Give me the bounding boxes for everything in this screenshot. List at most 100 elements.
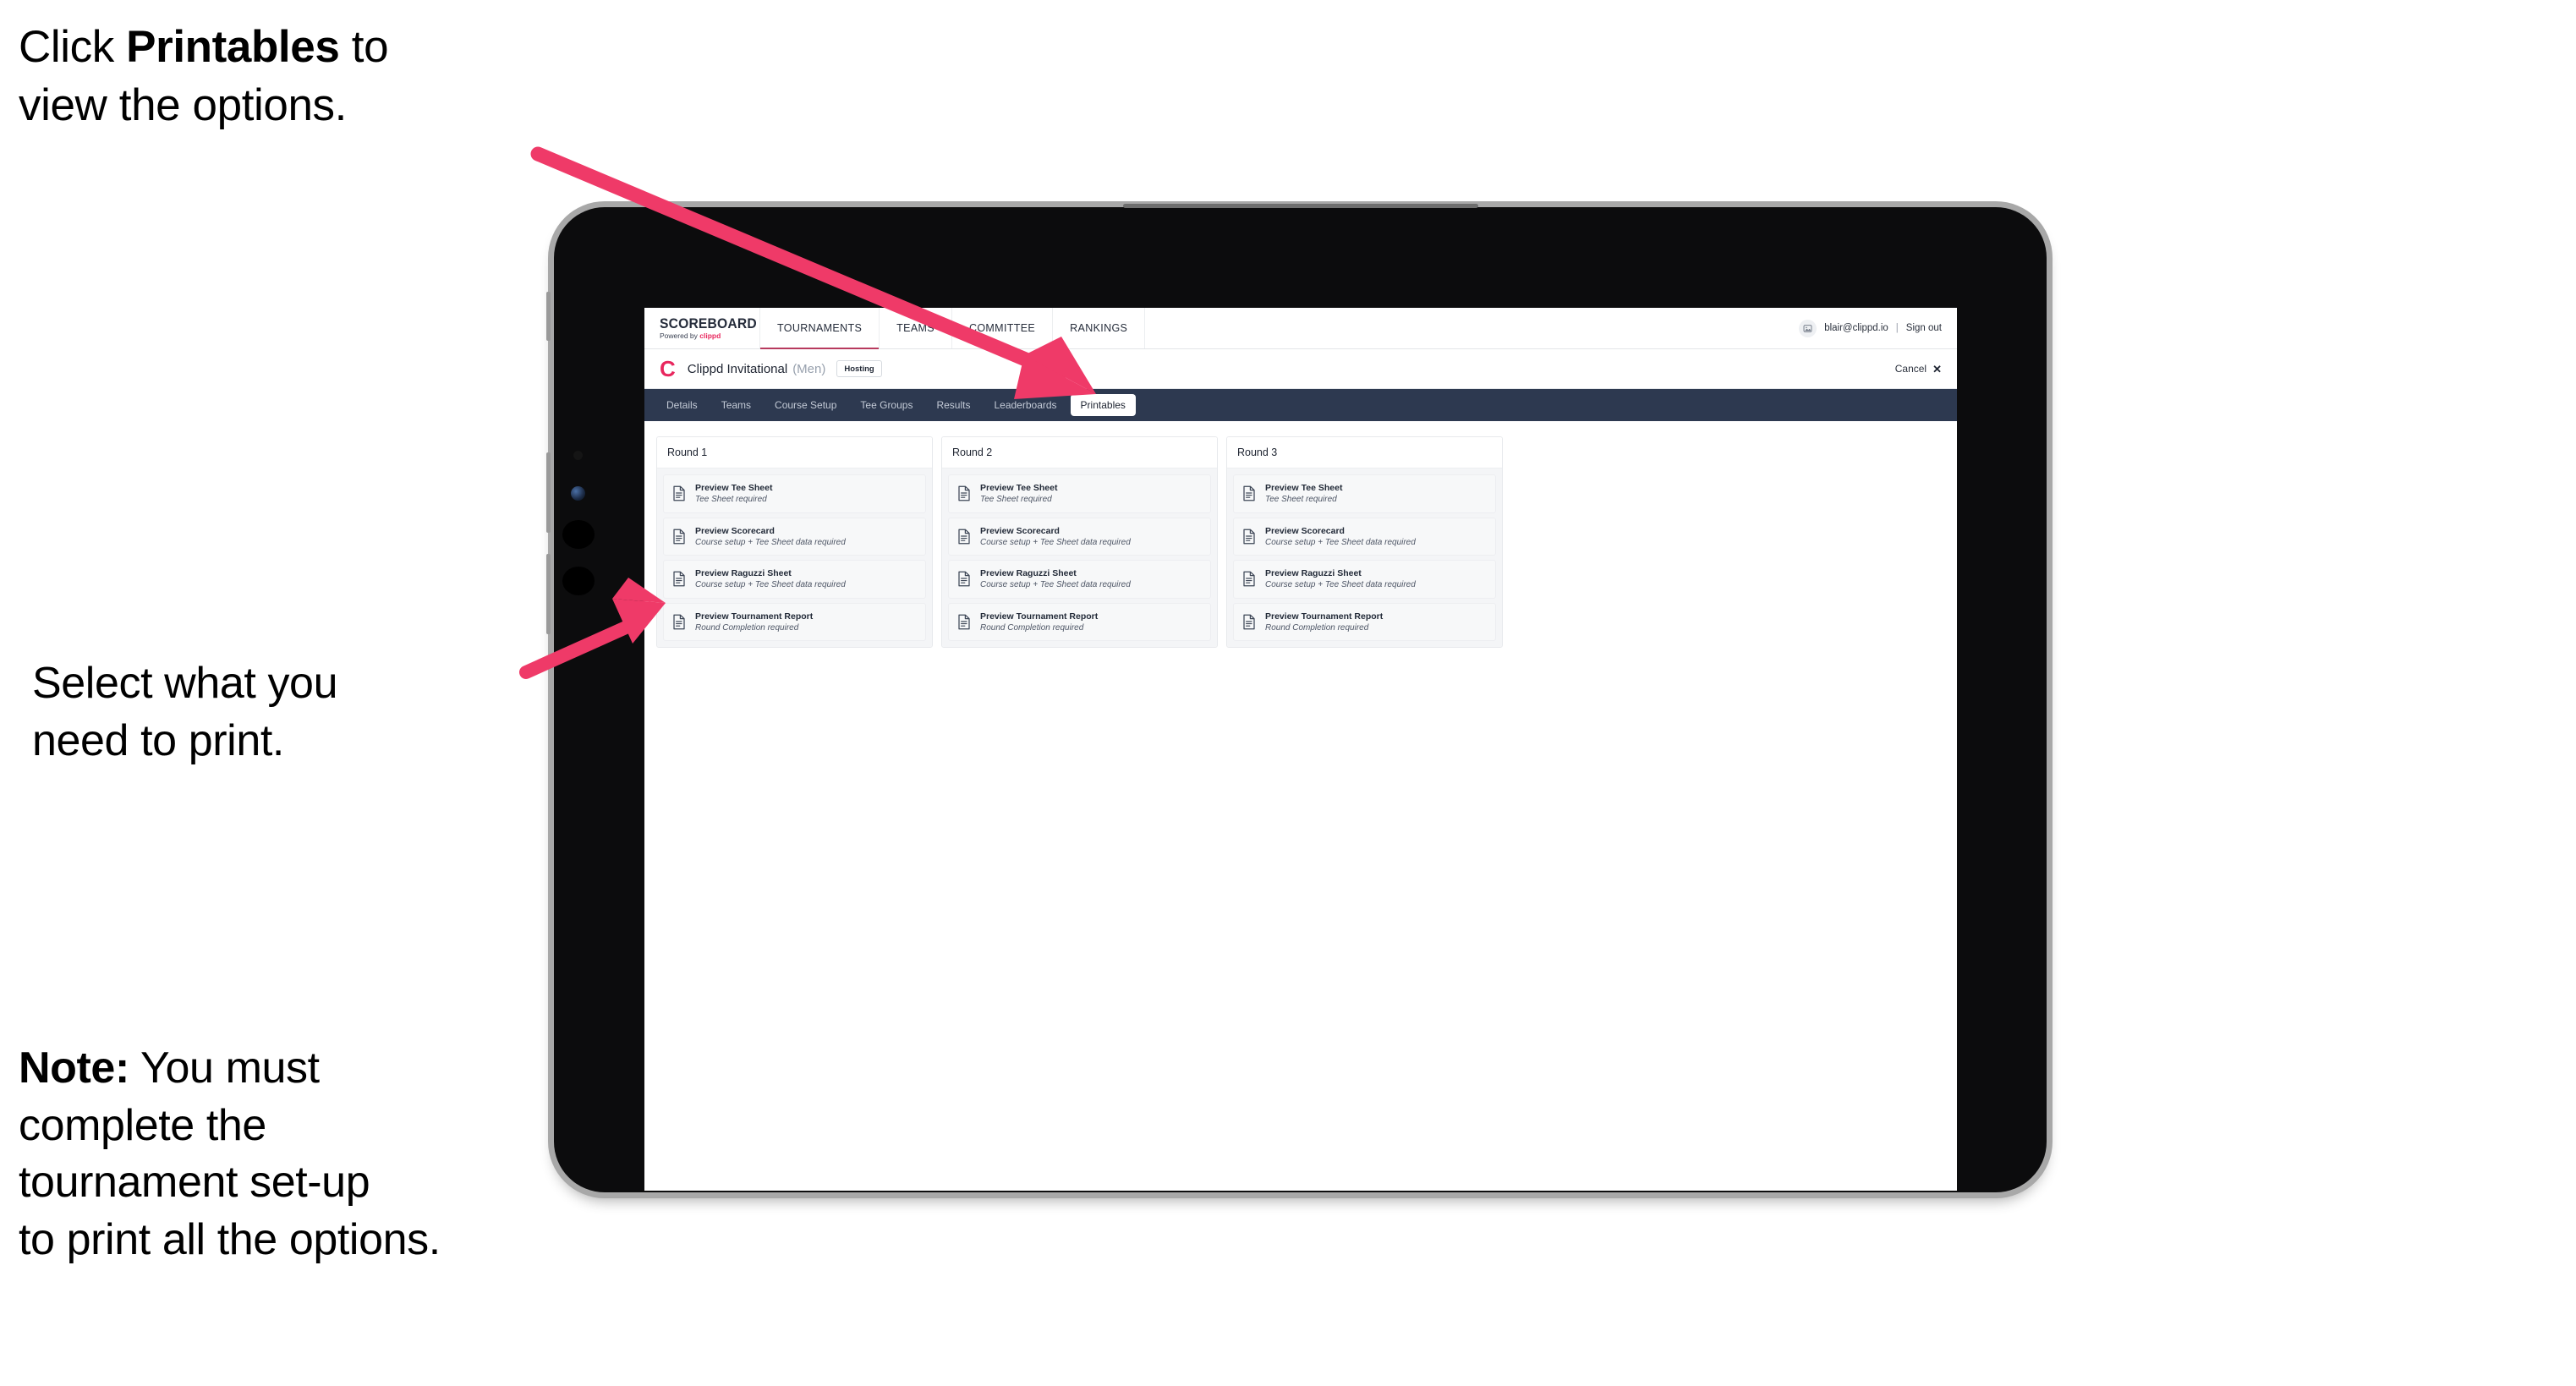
list-item-text: Preview Scorecard Course setup + Tee She… bbox=[695, 526, 846, 548]
round-card-items: Preview Tee Sheet Tee Sheet required Pre… bbox=[1227, 468, 1502, 648]
list-item[interactable]: Preview Scorecard Course setup + Tee She… bbox=[663, 517, 926, 556]
printables-content: Round 1 Preview Tee Sheet Tee Sheet requ… bbox=[644, 421, 1957, 664]
list-item-requirement: Course setup + Tee Sheet data required bbox=[980, 580, 1131, 590]
tab-results[interactable]: Results bbox=[926, 394, 980, 416]
list-item-requirement: Tee Sheet required bbox=[695, 495, 767, 505]
list-item[interactable]: Preview Raguzzi Sheet Course setup + Tee… bbox=[1233, 560, 1496, 599]
account-separator: | bbox=[1895, 323, 1899, 333]
list-item-title: Preview Scorecard bbox=[980, 525, 1060, 536]
round-card-title: Round 3 bbox=[1227, 437, 1502, 468]
tablet-side-button-volume-down bbox=[546, 554, 551, 634]
scoreboard-logo[interactable]: SCOREBOARD Powered by clippd bbox=[644, 308, 760, 348]
document-icon bbox=[957, 485, 971, 501]
list-item-requirement: Course setup + Tee Sheet data required bbox=[980, 537, 1131, 547]
document-icon bbox=[1242, 614, 1256, 630]
list-item-requirement: Round Completion required bbox=[1265, 622, 1369, 633]
document-icon bbox=[1242, 571, 1256, 587]
list-item-text: Preview Raguzzi Sheet Course setup + Tee… bbox=[980, 568, 1131, 590]
list-item-text: Preview Tee Sheet Tee Sheet required bbox=[1265, 483, 1342, 505]
round-card: Round 2 Preview Tee Sheet Tee Sheet requ… bbox=[941, 436, 1218, 649]
tablet-side-button-power bbox=[546, 292, 551, 341]
list-item-text: Preview Tee Sheet Tee Sheet required bbox=[695, 483, 772, 505]
section-tab-strip: Details Teams Course Setup Tee Groups Re… bbox=[644, 389, 1957, 421]
list-item-text: Preview Tournament Report Round Completi… bbox=[1265, 611, 1383, 633]
callout-click-printables: Click Printables to view the options. bbox=[19, 22, 389, 130]
list-item[interactable]: Preview Raguzzi Sheet Course setup + Tee… bbox=[948, 560, 1211, 599]
tab-leaderboards[interactable]: Leaderboards bbox=[984, 394, 1066, 416]
list-item[interactable]: Preview Tee Sheet Tee Sheet required bbox=[948, 474, 1211, 513]
tablet-front-camera-icon bbox=[571, 486, 585, 501]
list-item-title: Preview Raguzzi Sheet bbox=[695, 568, 792, 579]
account-email: blair@clippd.io bbox=[1824, 323, 1888, 333]
nav-item-tournaments[interactable]: TOURNAMENTS bbox=[760, 308, 880, 349]
list-item-requirement: Course setup + Tee Sheet data required bbox=[695, 580, 846, 590]
list-item-text: Preview Raguzzi Sheet Course setup + Tee… bbox=[695, 568, 846, 590]
clippd-logo-mark: C bbox=[660, 356, 676, 381]
tablet-bezel-dot-2 bbox=[562, 567, 595, 595]
list-item-requirement: Round Completion required bbox=[695, 622, 799, 633]
list-item-title: Preview Tee Sheet bbox=[980, 483, 1058, 493]
tab-course-setup[interactable]: Course Setup bbox=[765, 394, 847, 416]
tab-printables[interactable]: Printables bbox=[1070, 394, 1136, 416]
nav-item-rankings[interactable]: RANKINGS bbox=[1053, 308, 1146, 348]
document-icon bbox=[672, 614, 686, 630]
list-item-title: Preview Tournament Report bbox=[695, 611, 814, 622]
nav-item-committee[interactable]: COMMITTEE bbox=[952, 308, 1054, 348]
list-item[interactable]: Preview Tournament Report Round Completi… bbox=[1233, 602, 1496, 642]
list-item-requirement: Course setup + Tee Sheet data required bbox=[695, 537, 846, 547]
tablet-device-frame: SCOREBOARD Powered by clippd TOURNAMENTS… bbox=[546, 204, 2047, 1192]
list-item-text: Preview Tournament Report Round Completi… bbox=[980, 611, 1098, 633]
list-item[interactable]: Preview Scorecard Course setup + Tee She… bbox=[1233, 517, 1496, 556]
list-item[interactable]: Preview Tournament Report Round Completi… bbox=[663, 602, 926, 642]
logo-powered-by: Powered by clippd bbox=[660, 332, 759, 340]
tournament-gender-label: (Men) bbox=[792, 361, 826, 376]
list-item-title: Preview Raguzzi Sheet bbox=[980, 568, 1077, 579]
document-icon bbox=[957, 614, 971, 630]
logo-powered-prefix: Powered by bbox=[660, 331, 700, 341]
list-item[interactable]: Preview Tee Sheet Tee Sheet required bbox=[663, 474, 926, 513]
page-title: Clippd Invitational bbox=[687, 361, 788, 376]
list-item[interactable]: Preview Scorecard Course setup + Tee She… bbox=[948, 517, 1211, 556]
document-icon bbox=[672, 571, 686, 587]
tab-tee-groups[interactable]: Tee Groups bbox=[850, 394, 923, 416]
round-card-items: Preview Tee Sheet Tee Sheet required Pre… bbox=[942, 468, 1217, 648]
avatar[interactable] bbox=[1799, 319, 1817, 337]
list-item-text: Preview Raguzzi Sheet Course setup + Tee… bbox=[1265, 568, 1416, 590]
list-item[interactable]: Preview Raguzzi Sheet Course setup + Tee… bbox=[663, 560, 926, 599]
round-card: Round 3 Preview Tee Sheet Tee Sheet requ… bbox=[1226, 436, 1503, 649]
main-navigation: TOURNAMENTS TEAMS COMMITTEE RANKINGS bbox=[760, 308, 1146, 349]
list-item[interactable]: Preview Tournament Report Round Completi… bbox=[948, 602, 1211, 642]
cancel-button[interactable]: Cancel ✕ bbox=[1895, 363, 1942, 375]
document-icon bbox=[1242, 529, 1256, 545]
list-item-title: Preview Scorecard bbox=[1265, 525, 1345, 536]
list-item-requirement: Tee Sheet required bbox=[1265, 495, 1337, 505]
list-item-title: Preview Tee Sheet bbox=[695, 483, 773, 493]
document-icon bbox=[1242, 485, 1256, 501]
account-area: blair@clippd.io | Sign out bbox=[1799, 308, 1957, 348]
app-screen: SCOREBOARD Powered by clippd TOURNAMENTS… bbox=[644, 308, 1957, 1191]
tablet-sensor-dot bbox=[573, 451, 583, 460]
sign-out-link[interactable]: Sign out bbox=[1906, 323, 1942, 333]
list-item-text: Preview Tee Sheet Tee Sheet required bbox=[980, 483, 1057, 505]
list-item-title: Preview Raguzzi Sheet bbox=[1265, 568, 1362, 579]
tablet-speaker-grille bbox=[1122, 204, 1478, 208]
list-item-title: Preview Scorecard bbox=[695, 525, 775, 536]
tablet-side-button-volume-up bbox=[546, 452, 551, 533]
round-card-title: Round 1 bbox=[657, 437, 932, 468]
close-x-icon: ✕ bbox=[1932, 362, 1942, 375]
document-icon bbox=[957, 529, 971, 545]
list-item-requirement: Round Completion required bbox=[980, 622, 1084, 633]
round-card-title: Round 2 bbox=[942, 437, 1217, 468]
logo-wordmark: SCOREBOARD bbox=[660, 315, 757, 332]
document-icon bbox=[672, 529, 686, 545]
list-item[interactable]: Preview Tee Sheet Tee Sheet required bbox=[1233, 474, 1496, 513]
callout-emphasis: Printables bbox=[126, 22, 340, 72]
round-card: Round 1 Preview Tee Sheet Tee Sheet requ… bbox=[656, 436, 933, 649]
nav-item-teams[interactable]: TEAMS bbox=[880, 308, 952, 348]
round-card-items: Preview Tee Sheet Tee Sheet required Pre… bbox=[657, 468, 932, 648]
status-badge: Hosting bbox=[836, 360, 882, 377]
tab-details[interactable]: Details bbox=[656, 394, 708, 416]
app-top-bar: SCOREBOARD Powered by clippd TOURNAMENTS… bbox=[644, 308, 1957, 349]
tab-teams[interactable]: Teams bbox=[711, 394, 761, 416]
tablet-bezel-dot-1 bbox=[562, 520, 595, 549]
